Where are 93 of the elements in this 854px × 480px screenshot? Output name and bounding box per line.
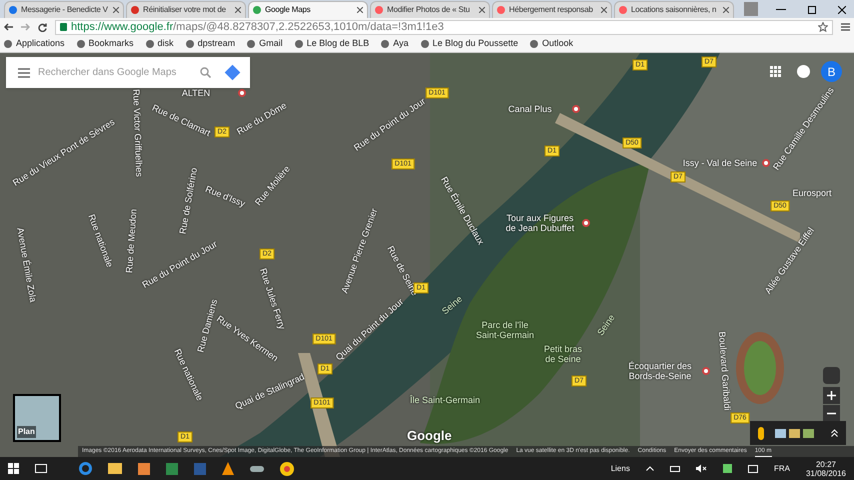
bookmark-link[interactable]: Aya (381, 37, 409, 51)
address-field[interactable]: https://www.google.fr/maps/@48.8278307,2.2522653,1010m/data=!3m1!1e3 (55, 20, 833, 34)
apps-grid-icon[interactable] (770, 66, 781, 77)
bookmark-link[interactable]: Applications (4, 37, 65, 51)
tab-label: Réinitialiser votre mot de (143, 4, 227, 16)
pegman-icon[interactable] (758, 426, 764, 440)
language-label[interactable]: FRA (774, 462, 790, 474)
bookmark-icon (420, 40, 429, 48)
browser-tab[interactable]: Réinitialiser votre mot de (126, 1, 246, 18)
street-label: Boulevard Garibaldi (716, 331, 734, 411)
bookmark-link[interactable]: Le Blog de BLB (294, 37, 370, 51)
bookmark-icon (294, 40, 303, 48)
browser-tab[interactable]: Hébergement responsab (492, 1, 612, 18)
area-label: Île Saint-Germain (410, 395, 480, 405)
map-type-thumbnail[interactable]: Plan (13, 394, 61, 442)
search-box[interactable]: Rechercher dans Google Maps (6, 57, 250, 88)
bookmark-icon (186, 40, 194, 48)
restore-icon[interactable] (808, 6, 816, 14)
bookmark-link[interactable]: Gmail (247, 37, 283, 51)
layer-thumbnail-icon[interactable] (789, 428, 800, 438)
close-icon[interactable] (357, 7, 363, 13)
bookmark-link[interactable]: Le Blog du Poussette (420, 37, 518, 51)
tab-favicon-icon (253, 6, 261, 14)
search-field[interactable]: Rechercher dans Google Maps (38, 65, 192, 80)
star-icon[interactable] (818, 22, 828, 32)
area-label: Parc de l'île Saint-Germain (476, 320, 534, 340)
place-label[interactable]: Canal Plus (508, 104, 552, 114)
chevron-up-icon[interactable] (831, 429, 838, 437)
bookmark-icon (76, 40, 85, 48)
tab-label: Messagerie - Benedicte V (21, 4, 109, 16)
street-label: Rue de Solférino (176, 166, 200, 236)
url-text: https://www.google.fr/maps/@48.8278307,2.2522653,1010m/data=!3m1!1e3 (71, 20, 444, 35)
browser-tab[interactable]: Google Maps (248, 1, 368, 18)
layer-thumbnail-icon[interactable] (775, 428, 786, 438)
bookmark-icon (4, 40, 12, 48)
bookmark-link[interactable]: Bookmarks (76, 37, 134, 51)
start-icon[interactable] (8, 463, 19, 474)
tab-favicon-icon (375, 6, 383, 14)
browser-tab[interactable]: Modifier Photos de « Stu (370, 1, 490, 18)
map-type-label: Plan (17, 426, 36, 438)
street-label: Rue Victor Griffuelhes (130, 88, 146, 178)
place-label[interactable]: Écoquartier des Bords-de-Seine (628, 361, 692, 381)
google-logo: Google (407, 427, 452, 445)
menu-icon[interactable] (18, 68, 30, 78)
browser-tab[interactable]: Messagerie - Benedicte V (4, 1, 124, 18)
tab-label: Google Maps (265, 4, 312, 16)
battery-icon (670, 466, 680, 472)
layer-thumbnail-icon[interactable] (803, 428, 814, 438)
close-window-icon[interactable] (838, 6, 846, 14)
place-label[interactable]: ALTEN (182, 88, 210, 98)
links-label[interactable]: Liens (610, 462, 630, 474)
tab-favicon-icon (131, 6, 139, 14)
street-label: Rue d'Issy (203, 182, 247, 211)
bookmark-icon (247, 40, 256, 48)
tab-favicon-icon (497, 6, 505, 14)
street-label: Rue Jules Ferry (257, 266, 288, 332)
task-view-icon[interactable] (35, 464, 47, 473)
back-arrow-icon[interactable] (4, 23, 13, 31)
close-icon[interactable] (723, 7, 729, 13)
search-icon[interactable] (200, 67, 211, 78)
chevron-up-icon[interactable] (646, 466, 654, 471)
area-label: Petit bras de Seine (544, 344, 582, 364)
close-icon[interactable] (235, 7, 241, 13)
street-label: Avenue Pierre Grenier (338, 206, 380, 296)
menu-icon[interactable] (841, 23, 850, 31)
tab-favicon-icon (9, 6, 17, 14)
browser-tab[interactable]: Locations saisonnières, n (614, 1, 734, 18)
close-icon[interactable] (601, 7, 607, 13)
street-label: Rue du Point du Jour (140, 238, 220, 292)
reload-icon[interactable] (38, 22, 47, 32)
bookmark-link[interactable]: dpstream (186, 37, 236, 51)
speaker-muted-icon[interactable] (696, 464, 707, 473)
place-label[interactable]: Tour aux Figures de Jean Dubuffet (506, 213, 574, 233)
zoom-out-button[interactable] (823, 405, 840, 422)
bookmark-link[interactable]: Outlook (530, 37, 574, 51)
place-label[interactable]: Issy - Val de Seine (682, 158, 758, 168)
tab-label: Hébergement responsab (509, 4, 594, 16)
close-icon[interactable] (479, 7, 485, 13)
traffic-cone-icon[interactable] (222, 462, 234, 475)
clock[interactable]: 20:27 31/08/2016 (806, 460, 846, 478)
place-label[interactable]: Eurosport (792, 188, 832, 198)
close-icon[interactable] (113, 7, 119, 13)
street-label: Avenue Émile Zola (14, 226, 40, 304)
tab-label: Locations saisonnières, n (631, 4, 718, 16)
tab-label: Modifier Photos de « Stu (387, 4, 471, 16)
tab-favicon-icon (619, 6, 627, 14)
bookmark-icon (530, 40, 538, 48)
bookmark-link[interactable]: disk (146, 37, 174, 51)
bookmark-icon (146, 40, 154, 48)
zoom-in-button[interactable] (823, 387, 840, 404)
street-label: Rue de Meudon (123, 208, 140, 274)
bookmark-icon (381, 40, 390, 48)
browser-e-icon[interactable] (79, 462, 92, 475)
